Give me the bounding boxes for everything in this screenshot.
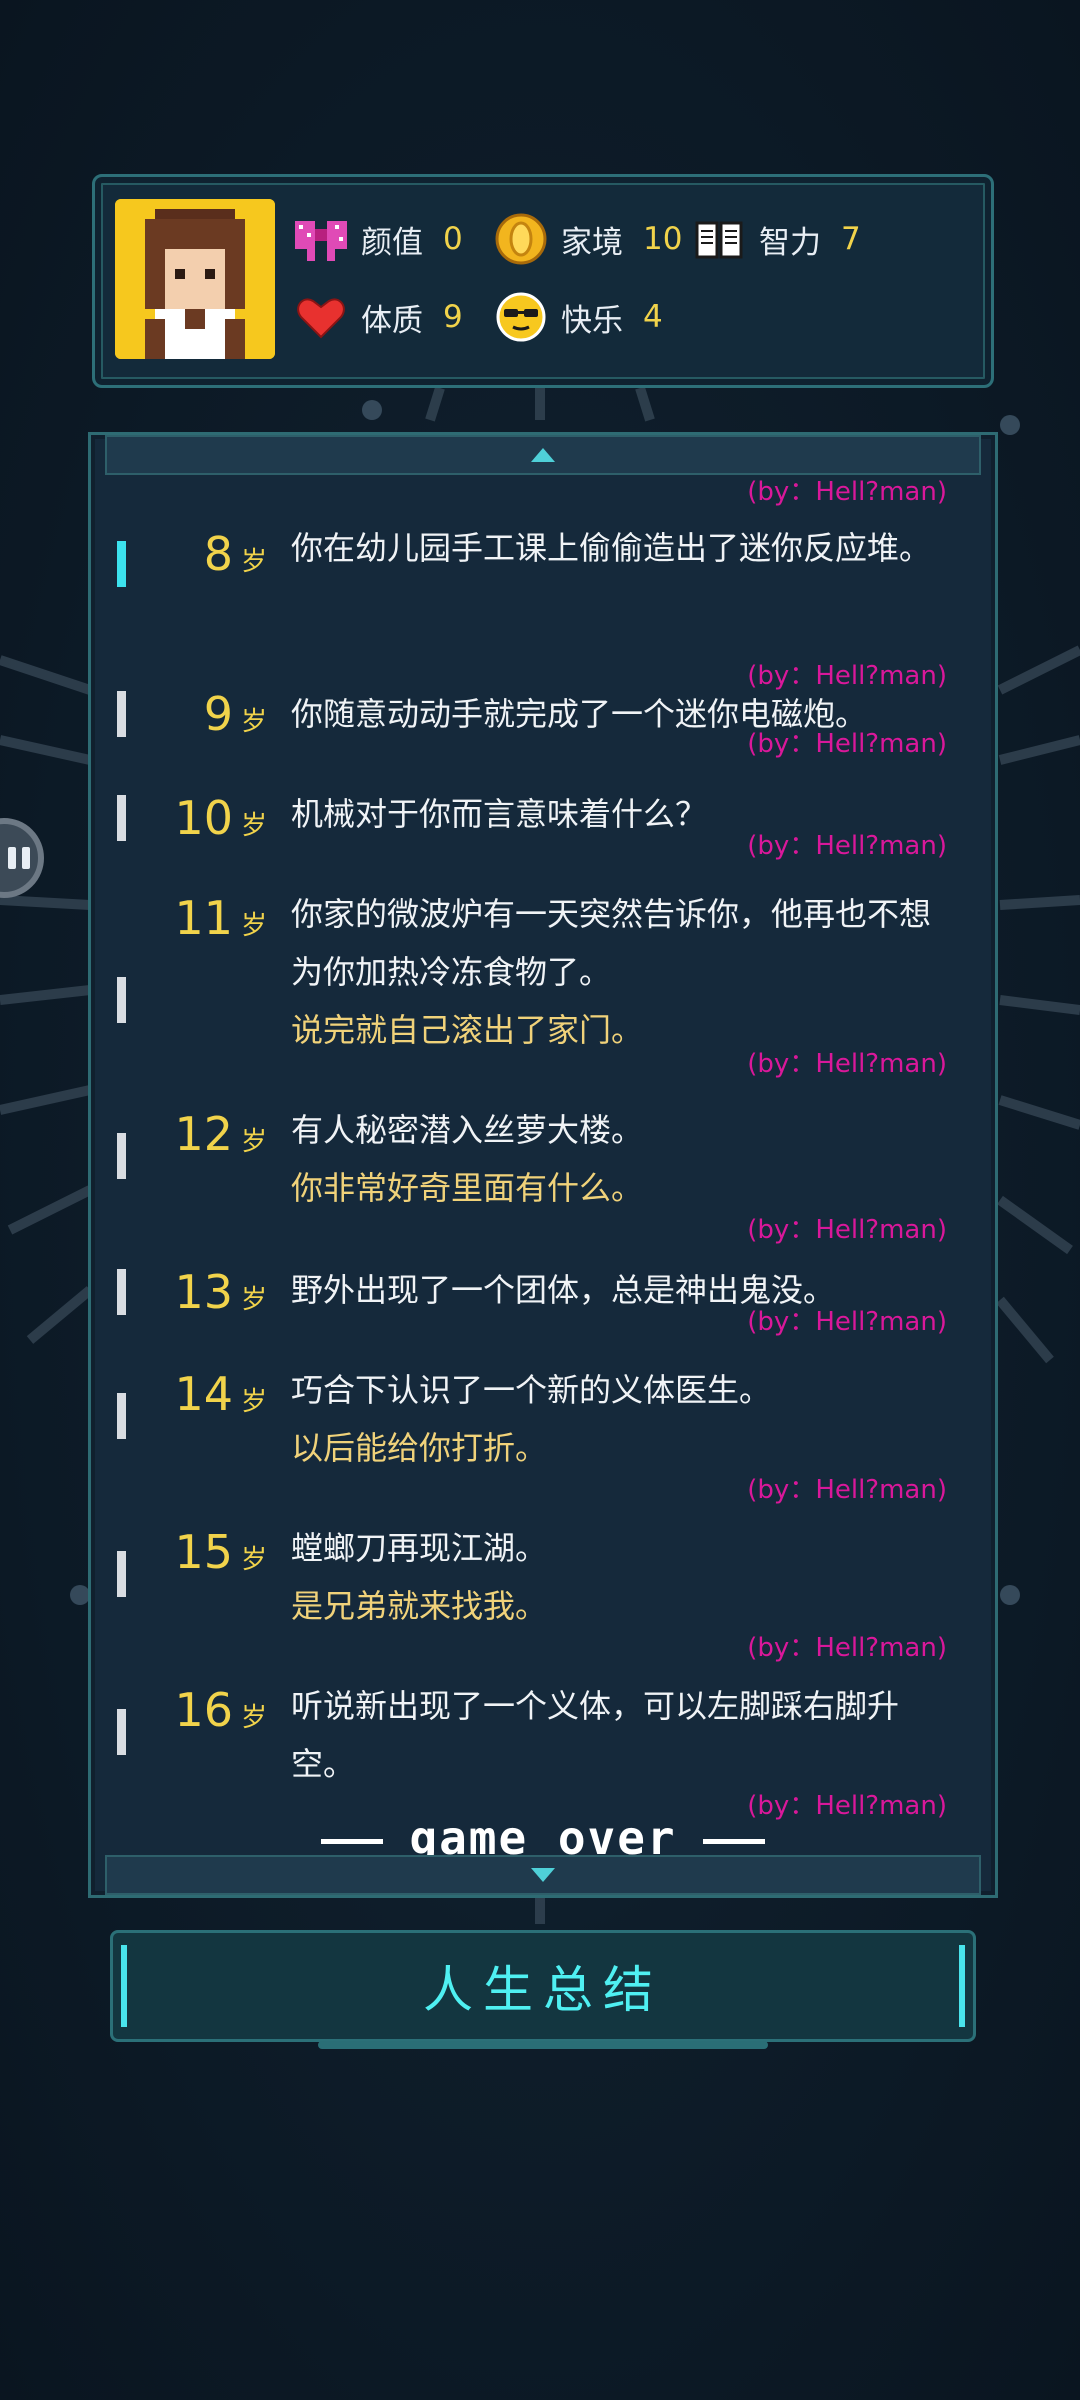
stat-value-appearance: 0 bbox=[443, 221, 463, 257]
row-marker bbox=[117, 977, 126, 1023]
sunglasses-face-icon bbox=[495, 291, 547, 343]
book-icon bbox=[693, 213, 745, 265]
age-label: 13 岁 bbox=[174, 1265, 267, 1319]
floating-menu-button[interactable] bbox=[0, 818, 44, 898]
event-text: 有人秘密潜入丝萝大楼。 你非常好奇里面有什么。 bbox=[291, 1101, 951, 1217]
stat-constitution: 体质 9 bbox=[295, 291, 463, 343]
dash-left bbox=[321, 1839, 384, 1844]
stat-appearance: 颜值 0 bbox=[295, 213, 463, 265]
stat-family: 家境 10 bbox=[495, 213, 682, 265]
age-label: 11 岁 bbox=[174, 891, 267, 945]
event-text: 巧合下认识了一个新的义体医生。 以后能给你打折。 bbox=[291, 1361, 951, 1477]
author-credit: (by：Hell?man) bbox=[747, 1633, 947, 1663]
button-base bbox=[318, 2041, 768, 2049]
row-marker bbox=[117, 1269, 126, 1315]
author-credit: (by：Hell?man) bbox=[747, 477, 947, 507]
stat-value-happiness: 4 bbox=[643, 299, 663, 335]
coin-icon bbox=[495, 213, 547, 265]
author-credit: (by：Hell?man) bbox=[747, 729, 947, 759]
event-text: 你在幼儿园手工课上偷偷造出了迷你反应堆。 bbox=[291, 529, 932, 567]
row-marker bbox=[117, 691, 126, 737]
author-credit: (by：Hell?man) bbox=[747, 1215, 947, 1245]
stat-value-intelligence: 7 bbox=[841, 221, 861, 257]
age-label: 12 岁 bbox=[174, 1107, 267, 1161]
stat-label-intelligence: 智力 bbox=[759, 224, 821, 261]
life-summary-label: 人生总结 bbox=[423, 1961, 663, 2019]
age-label: 10 岁 bbox=[174, 791, 267, 845]
event-text: 听说新出现了一个义体，可以左脚踩右脚升空。 bbox=[291, 1687, 900, 1783]
age-label: 14 岁 bbox=[174, 1367, 267, 1421]
stat-value-constitution: 9 bbox=[443, 299, 463, 335]
pause-dot bbox=[22, 847, 30, 869]
stats-card: 颜值 0 家境 10 智力 7 体质 9 快乐 4 bbox=[92, 174, 994, 388]
player-avatar[interactable] bbox=[115, 199, 275, 359]
author-credit: (by：Hell?man) bbox=[747, 1307, 947, 1337]
row-marker bbox=[117, 1393, 126, 1439]
stat-label-appearance: 颜值 bbox=[361, 224, 423, 261]
heart-icon bbox=[295, 291, 347, 343]
row-marker bbox=[117, 1709, 126, 1755]
stat-label-constitution: 体质 bbox=[361, 302, 423, 339]
life-summary-button[interactable]: 人生总结 bbox=[110, 1930, 976, 2049]
age-label: 16 岁 bbox=[174, 1683, 267, 1737]
age-label: 15 岁 bbox=[174, 1525, 267, 1579]
active-marker bbox=[117, 541, 126, 587]
stat-value-family: 10 bbox=[643, 221, 683, 257]
pause-dot bbox=[8, 847, 16, 869]
arrow-down-icon bbox=[531, 1868, 555, 1882]
scroll-up-button[interactable] bbox=[105, 435, 981, 475]
event-line: 螳螂刀再现江湖。 bbox=[291, 1529, 548, 1567]
button-edge-right bbox=[959, 1945, 965, 2027]
row-marker bbox=[117, 795, 126, 841]
age-label: 8岁 bbox=[203, 527, 267, 581]
stat-intelligence: 智力 7 bbox=[693, 213, 861, 265]
age-label: 9岁 bbox=[203, 687, 267, 741]
bow-icon bbox=[295, 213, 347, 265]
author-credit: (by：Hell?man) bbox=[747, 1049, 947, 1079]
event-line: 有人秘密潜入丝萝大楼。 bbox=[291, 1111, 644, 1149]
row-marker bbox=[117, 1133, 126, 1179]
event-text: 螳螂刀再现江湖。 是兄弟就来找我。 bbox=[291, 1519, 951, 1635]
event-line: 你家的微波炉有一天突然告诉你，他再也不想为你加热冷冻食物了。 bbox=[291, 895, 932, 991]
stat-label-family: 家境 bbox=[561, 224, 623, 261]
button-edge-left bbox=[121, 1945, 127, 2027]
arrow-up-icon bbox=[531, 448, 555, 462]
life-log-panel[interactable]: (by：Hell?man) 8岁 你在幼儿园手工课上偷偷造出了迷你反应堆。 (b… bbox=[88, 432, 998, 1898]
row-marker bbox=[117, 1551, 126, 1597]
stat-happiness: 快乐 4 bbox=[495, 291, 663, 343]
stat-label-happiness: 快乐 bbox=[561, 302, 623, 339]
event-text: 你家的微波炉有一天突然告诉你，他再也不想为你加热冷冻食物了。 说完就自己滚出了家… bbox=[291, 885, 951, 1059]
scroll-down-button[interactable] bbox=[105, 1855, 981, 1895]
dash-right bbox=[702, 1839, 765, 1844]
event-line: 巧合下认识了一个新的义体医生。 bbox=[291, 1371, 772, 1409]
author-credit: (by：Hell?man) bbox=[747, 1475, 947, 1505]
author-credit: (by：Hell?man) bbox=[747, 831, 947, 861]
